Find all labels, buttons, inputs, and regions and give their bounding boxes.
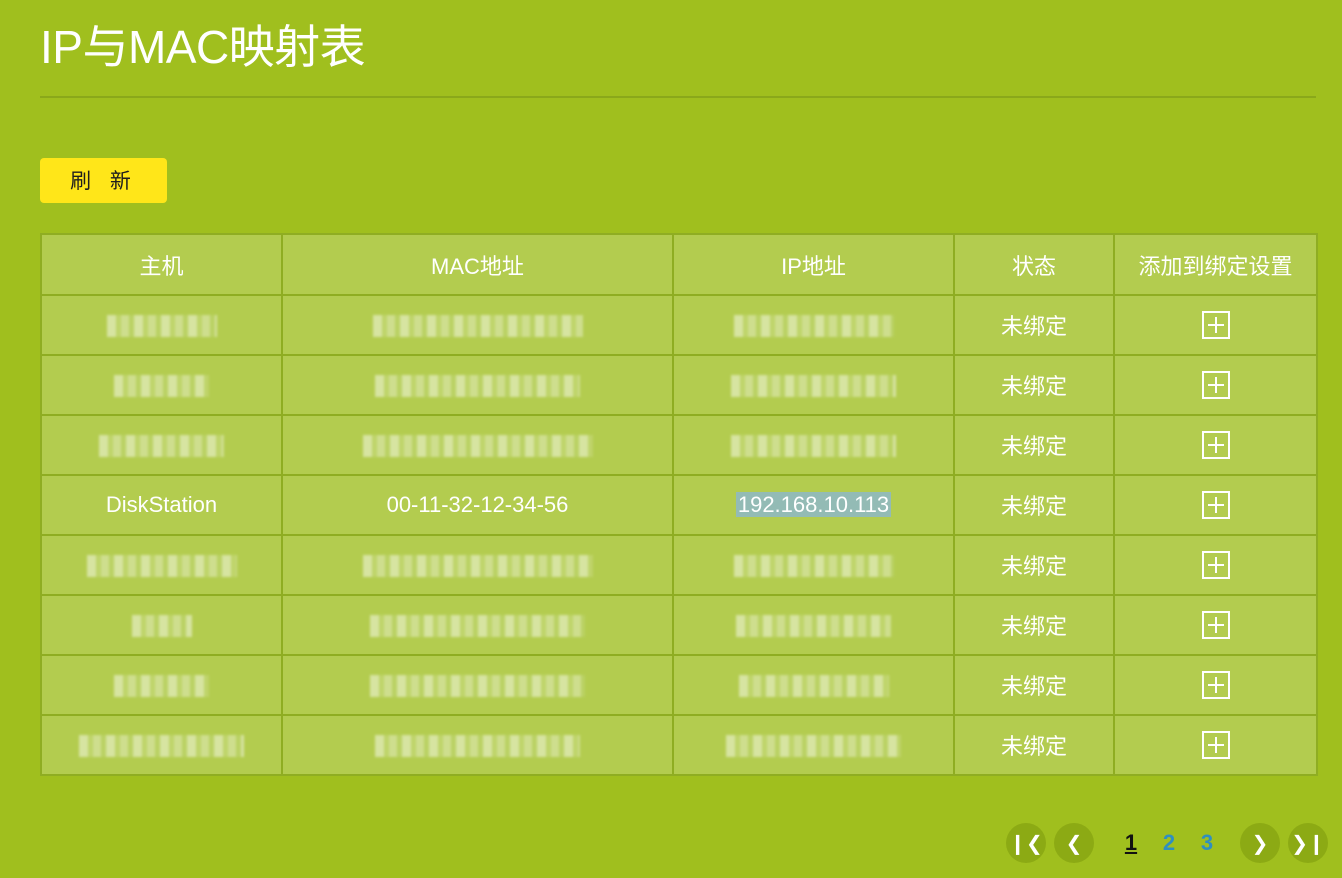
table-row: 未绑定 — [40, 354, 1318, 416]
redacted-mac — [370, 675, 585, 698]
column-header-host: 主机 — [40, 233, 283, 296]
cell-host: DiskStation — [40, 474, 283, 536]
page-link-3[interactable]: 3 — [1188, 830, 1226, 856]
table-row: 未绑定 — [40, 594, 1318, 656]
redacted-mac — [375, 375, 580, 398]
cell-host — [40, 354, 283, 416]
host-value: DiskStation — [105, 492, 218, 517]
redacted-host — [79, 735, 244, 758]
add-binding-plus-icon[interactable] — [1201, 491, 1230, 520]
cell-mac — [281, 594, 674, 656]
redacted-ip — [733, 555, 894, 578]
cell-add-binding — [1113, 474, 1318, 536]
refresh-button[interactable]: 刷 新 — [40, 158, 167, 203]
last-page-icon[interactable]: ❯❙ — [1288, 823, 1328, 863]
table-row: 未绑定 — [40, 714, 1318, 776]
cell-add-binding — [1113, 654, 1318, 716]
cell-ip — [672, 414, 955, 476]
table-row: 未绑定 — [40, 294, 1318, 356]
cell-ip — [672, 594, 955, 656]
add-binding-plus-icon[interactable] — [1201, 371, 1230, 400]
ip-value: 192.168.10.113 — [735, 492, 892, 517]
redacted-ip — [736, 615, 891, 638]
table-row: 未绑定 — [40, 654, 1318, 716]
cell-ip: 192.168.10.113 — [672, 474, 955, 536]
redacted-host — [99, 435, 224, 458]
cell-status: 未绑定 — [953, 654, 1115, 716]
table-row: 未绑定 — [40, 414, 1318, 476]
cell-status: 未绑定 — [953, 294, 1115, 356]
redacted-mac — [362, 435, 593, 458]
cell-add-binding — [1113, 594, 1318, 656]
cell-ip — [672, 294, 955, 356]
cell-status: 未绑定 — [953, 714, 1115, 776]
redacted-mac — [372, 315, 583, 338]
redacted-ip — [731, 375, 896, 398]
table-body: 未绑定 未绑定 未绑定 DiskStation 00-11-32-12-34-56 192… — [40, 294, 1318, 776]
redacted-ip — [733, 315, 894, 338]
cell-mac — [281, 534, 674, 596]
redacted-mac — [370, 615, 585, 638]
cell-host — [40, 594, 283, 656]
ip-mac-mapping-table: 主机 MAC地址 IP地址 状态 添加到绑定设置 未绑定 未绑定 未绑定 DiskSt… — [40, 233, 1318, 776]
cell-ip — [672, 534, 955, 596]
cell-ip — [672, 714, 955, 776]
cell-add-binding — [1113, 354, 1318, 416]
cell-mac — [281, 294, 674, 356]
table-header-row: 主机 MAC地址 IP地址 状态 添加到绑定设置 — [40, 233, 1318, 296]
mac-value: 00-11-32-12-34-56 — [386, 492, 569, 517]
redacted-ip — [726, 735, 901, 758]
table-row: DiskStation 00-11-32-12-34-56 192.168.10.1… — [40, 474, 1318, 536]
column-header-ip: IP地址 — [672, 233, 955, 296]
redacted-mac — [375, 735, 580, 758]
cell-ip — [672, 654, 955, 716]
page-link-1[interactable]: 1 — [1112, 830, 1150, 856]
redacted-host — [106, 315, 217, 338]
cell-add-binding — [1113, 714, 1318, 776]
add-binding-plus-icon[interactable] — [1201, 671, 1230, 700]
cell-mac: 00-11-32-12-34-56 — [281, 474, 674, 536]
cell-mac — [281, 354, 674, 416]
cell-status: 未绑定 — [953, 594, 1115, 656]
pagination: ❙❮ ❮ 1 2 3 ❯ ❯❙ — [1006, 823, 1328, 863]
column-header-mac: MAC地址 — [281, 233, 674, 296]
redacted-ip — [738, 675, 889, 698]
previous-page-icon[interactable]: ❮ — [1054, 823, 1094, 863]
first-page-icon[interactable]: ❙❮ — [1006, 823, 1046, 863]
cell-add-binding — [1113, 414, 1318, 476]
cell-add-binding — [1113, 294, 1318, 356]
cell-host — [40, 534, 283, 596]
column-header-add-binding: 添加到绑定设置 — [1113, 233, 1318, 296]
next-page-icon[interactable]: ❯ — [1240, 823, 1280, 863]
cell-mac — [281, 714, 674, 776]
redacted-host — [114, 675, 209, 698]
add-binding-plus-icon[interactable] — [1201, 611, 1230, 640]
redacted-host — [131, 615, 192, 638]
page-link-2[interactable]: 2 — [1150, 830, 1188, 856]
redacted-host — [114, 375, 209, 398]
cell-ip — [672, 354, 955, 416]
redacted-mac — [362, 555, 593, 578]
redacted-host — [86, 555, 237, 578]
table-row: 未绑定 — [40, 534, 1318, 596]
cell-status: 未绑定 — [953, 534, 1115, 596]
add-binding-plus-icon[interactable] — [1201, 551, 1230, 580]
title-divider — [40, 96, 1316, 98]
add-binding-plus-icon[interactable] — [1201, 431, 1230, 460]
column-header-status: 状态 — [953, 233, 1115, 296]
cell-mac — [281, 654, 674, 716]
cell-mac — [281, 414, 674, 476]
add-binding-plus-icon[interactable] — [1201, 731, 1230, 760]
cell-status: 未绑定 — [953, 354, 1115, 416]
redacted-ip — [731, 435, 896, 458]
cell-host — [40, 654, 283, 716]
add-binding-plus-icon[interactable] — [1201, 311, 1230, 340]
cell-host — [40, 294, 283, 356]
cell-status: 未绑定 — [953, 474, 1115, 536]
cell-host — [40, 714, 283, 776]
cell-status: 未绑定 — [953, 414, 1115, 476]
cell-host — [40, 414, 283, 476]
cell-add-binding — [1113, 534, 1318, 596]
page-title: IP与MAC映射表 — [40, 21, 366, 73]
